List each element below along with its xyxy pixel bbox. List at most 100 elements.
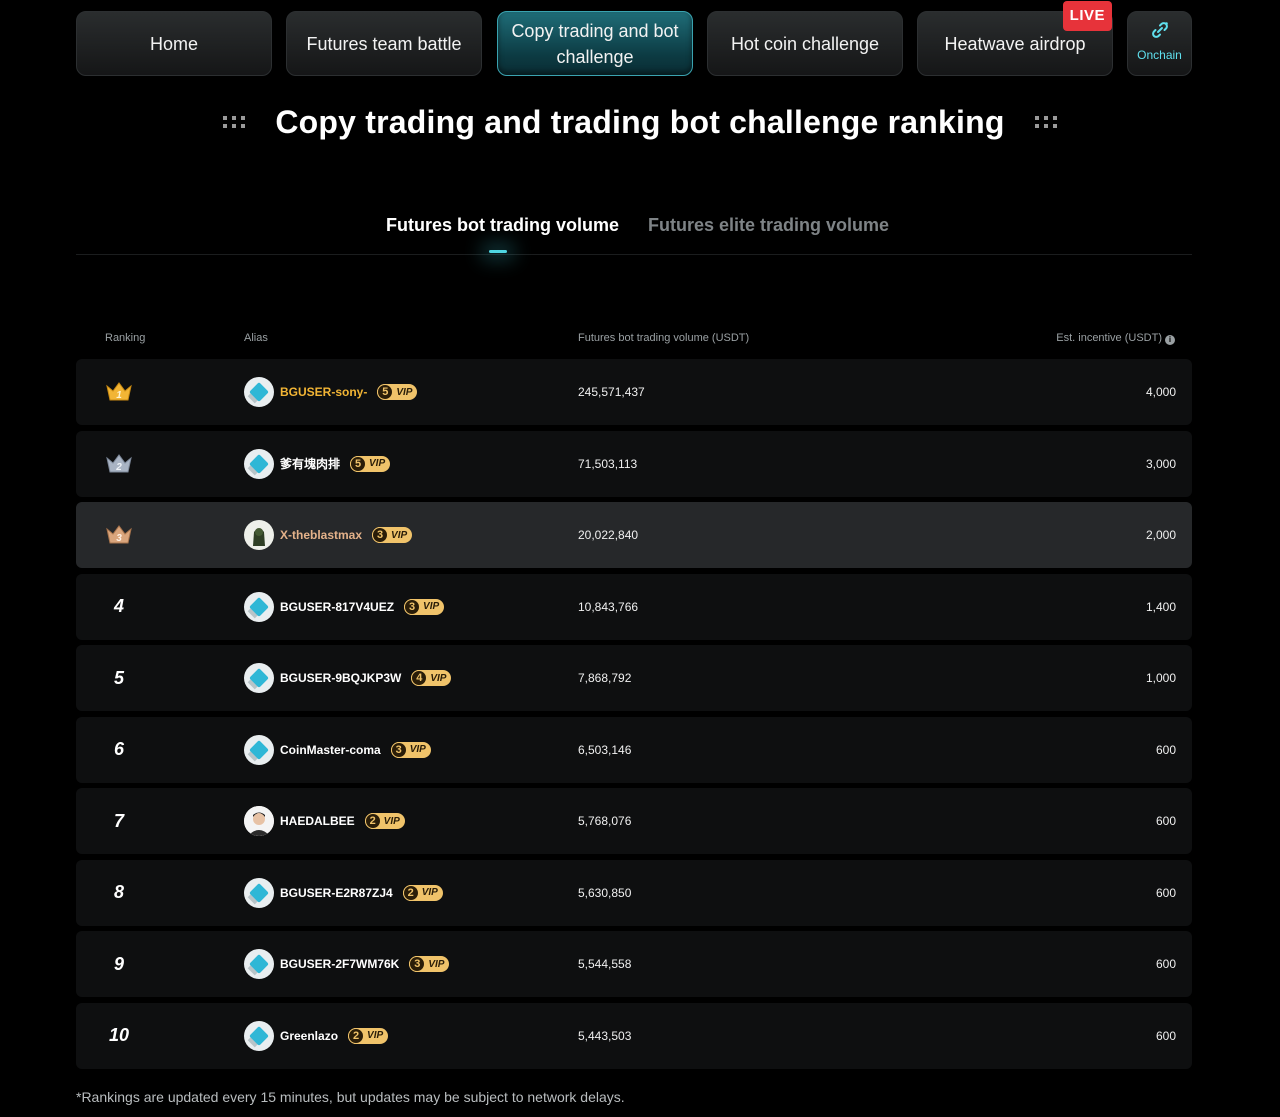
default-avatar-icon xyxy=(249,382,269,402)
rank-number: 3 xyxy=(116,533,122,544)
default-avatar-icon xyxy=(249,668,269,688)
incentive-cell: 600 xyxy=(1155,885,1176,900)
ranking-table: 1 BGUSER-sony- 5 VIP 245,571,437 4,000 2 … xyxy=(76,359,1192,1074)
avatar xyxy=(244,520,274,550)
incentive-cell: 2,000 xyxy=(1145,528,1176,542)
incentive-cell: 600 xyxy=(1155,957,1176,971)
volume-cell: 5,544,558 xyxy=(578,957,632,971)
user-photo-icon xyxy=(244,520,274,550)
alias-cell[interactable]: CoinMaster-coma 3 VIP xyxy=(244,717,431,783)
vip-label: VIP xyxy=(423,601,440,612)
volume-cell: 71,503,113 xyxy=(578,456,638,471)
default-avatar-icon xyxy=(249,596,269,617)
rank-bronze-crown-icon: 3 xyxy=(104,502,134,568)
incentive-cell: 600 xyxy=(1155,814,1176,828)
volume-cell: 20,022,840 xyxy=(578,528,639,542)
rank-number: 10 xyxy=(108,1025,130,1045)
incentive-cell: 3,000 xyxy=(1145,456,1176,471)
vip-label: VIP xyxy=(430,672,447,684)
alias-name: BGUSER-sony- xyxy=(280,385,368,399)
avatar xyxy=(244,448,274,479)
table-row: 8 BGUSER-E2R87ZJ4 2 VIP 5,630,850 600 xyxy=(76,859,1192,926)
nav-onchain-label: Onchain xyxy=(1137,47,1182,62)
vip-badge: 2 VIP xyxy=(364,813,405,829)
rank-silver-crown-icon: 2 xyxy=(104,431,134,497)
vip-level: 3 xyxy=(409,956,426,972)
nav-home-label: Home xyxy=(149,33,198,54)
user-photo-icon xyxy=(244,806,274,836)
avatar xyxy=(244,949,274,979)
header-incentive-label: Est. incentive (USDT) xyxy=(1056,332,1162,344)
alias-name: 爹有塊肉排 xyxy=(280,457,341,471)
nav-futures-team-battle-button[interactable]: Futures team battle xyxy=(286,11,482,76)
alias-cell[interactable]: Greenlazo 2 VIP xyxy=(244,1003,389,1069)
header-volume: Futures bot trading volume (USDT) xyxy=(578,332,750,344)
avatar xyxy=(244,877,274,908)
table-header: Ranking Alias Futures bot trading volume… xyxy=(76,330,1192,348)
table-row: 4 BGUSER-817V4UEZ 3 VIP 10,843,766 1,400 xyxy=(76,573,1192,640)
alias-name: HAEDALBEE xyxy=(280,814,355,828)
vip-label: VIP xyxy=(367,1030,384,1041)
header-incentive: Est. incentive (USDT) i xyxy=(1056,332,1175,345)
live-badge: LIVE xyxy=(1062,1,1112,31)
alias-cell[interactable]: BGUSER-E2R87ZJ4 2 VIP xyxy=(244,860,443,926)
alias-name: BGUSER-2F7WM76K xyxy=(280,957,400,971)
table-row: 6 CoinMaster-coma 3 VIP 6,503,146 600 xyxy=(76,716,1192,783)
vip-level: 5 xyxy=(350,455,367,472)
alias-name: X-theblastmax xyxy=(280,528,363,542)
nav-copy-trading-label: Copy trading and bot challenge xyxy=(511,20,679,67)
tab-futures-elite-trading-volume[interactable]: Futures elite trading volume xyxy=(648,215,889,236)
volume-cell: 5,768,076 xyxy=(578,814,632,828)
alias-cell[interactable]: HAEDALBEE 2 VIP xyxy=(244,788,405,854)
nav-heatwave-airdrop-button[interactable]: Heatwave airdrop LIVE xyxy=(917,1,1113,76)
alias-cell[interactable]: BGUSER-2F7WM76K 3 VIP xyxy=(244,931,450,997)
table-row: 10 Greenlazo 2 VIP 5,443,503 600 xyxy=(76,1002,1192,1069)
tab-futures-bot-trading-volume[interactable]: Futures bot trading volume xyxy=(386,215,619,236)
rank-number: 5 xyxy=(113,667,124,688)
vip-level: 2 xyxy=(402,884,419,901)
vip-level: 4 xyxy=(411,670,428,686)
nav-hot-coin-button[interactable]: Hot coin challenge xyxy=(707,11,903,76)
top-nav: Home Futures team battle Copy trading an… xyxy=(76,1,1192,76)
avatar xyxy=(244,591,274,622)
nav-home-button[interactable]: Home xyxy=(76,11,272,76)
vip-badge: 3 VIP xyxy=(372,527,413,543)
ranking-tabs: Futures bot trading volume Futures elite… xyxy=(76,210,1192,255)
avatar xyxy=(244,1020,274,1051)
info-icon[interactable]: i xyxy=(1165,335,1175,345)
vip-badge: 5 VIP xyxy=(350,455,391,472)
rank-number: 6 xyxy=(113,739,124,759)
volume-cell: 5,630,850 xyxy=(578,885,632,900)
vip-label: VIP xyxy=(396,386,413,398)
link-chain-icon xyxy=(1151,21,1168,38)
avatar xyxy=(244,806,274,836)
vip-badge: 2 VIP xyxy=(402,884,443,901)
table-row: 9 BGUSER-2F7WM76K 3 VIP 5,544,558 600 xyxy=(76,931,1192,997)
alias-cell[interactable]: 爹有塊肉排 5 VIP xyxy=(244,431,391,497)
table-row: 2 爹有塊肉排 5 VIP 71,503,113 3,000 xyxy=(76,430,1192,497)
nav-heatwave-airdrop-label: Heatwave airdrop xyxy=(944,33,1086,54)
vip-label: VIP xyxy=(409,744,426,755)
nav-copy-trading-button[interactable]: Copy trading and bot challenge xyxy=(497,11,693,76)
vip-level: 2 xyxy=(348,1027,365,1044)
nav-onchain-button[interactable]: Onchain xyxy=(1127,11,1192,76)
vip-label: VIP xyxy=(391,529,408,541)
rank-number: 2 xyxy=(115,462,122,473)
alias-name: BGUSER-E2R87ZJ4 xyxy=(280,885,393,900)
page-title: Copy trading and trading bot challenge r… xyxy=(275,103,1005,140)
rank-number: 9 xyxy=(113,953,124,974)
alias-cell[interactable]: BGUSER-9BQJKP3W 4 VIP xyxy=(244,645,452,711)
title-row: Copy trading and trading bot challenge r… xyxy=(0,100,1280,144)
avatar xyxy=(244,663,274,693)
vip-label: VIP xyxy=(428,958,445,970)
alias-cell[interactable]: X-theblastmax 3 VIP xyxy=(244,502,413,568)
alias-name: CoinMaster-coma xyxy=(280,742,381,757)
alias-cell[interactable]: BGUSER-sony- 5 VIP xyxy=(244,359,418,425)
rank-number: 8 xyxy=(113,882,124,902)
alias-cell[interactable]: BGUSER-817V4UEZ 3 VIP xyxy=(244,574,445,640)
nav-futures-team-battle-label: Futures team battle xyxy=(306,33,462,54)
incentive-cell: 1,000 xyxy=(1145,671,1176,685)
vip-level: 3 xyxy=(404,598,421,615)
alias-name: BGUSER-9BQJKP3W xyxy=(280,671,402,685)
alias-name: BGUSER-817V4UEZ xyxy=(280,599,395,614)
